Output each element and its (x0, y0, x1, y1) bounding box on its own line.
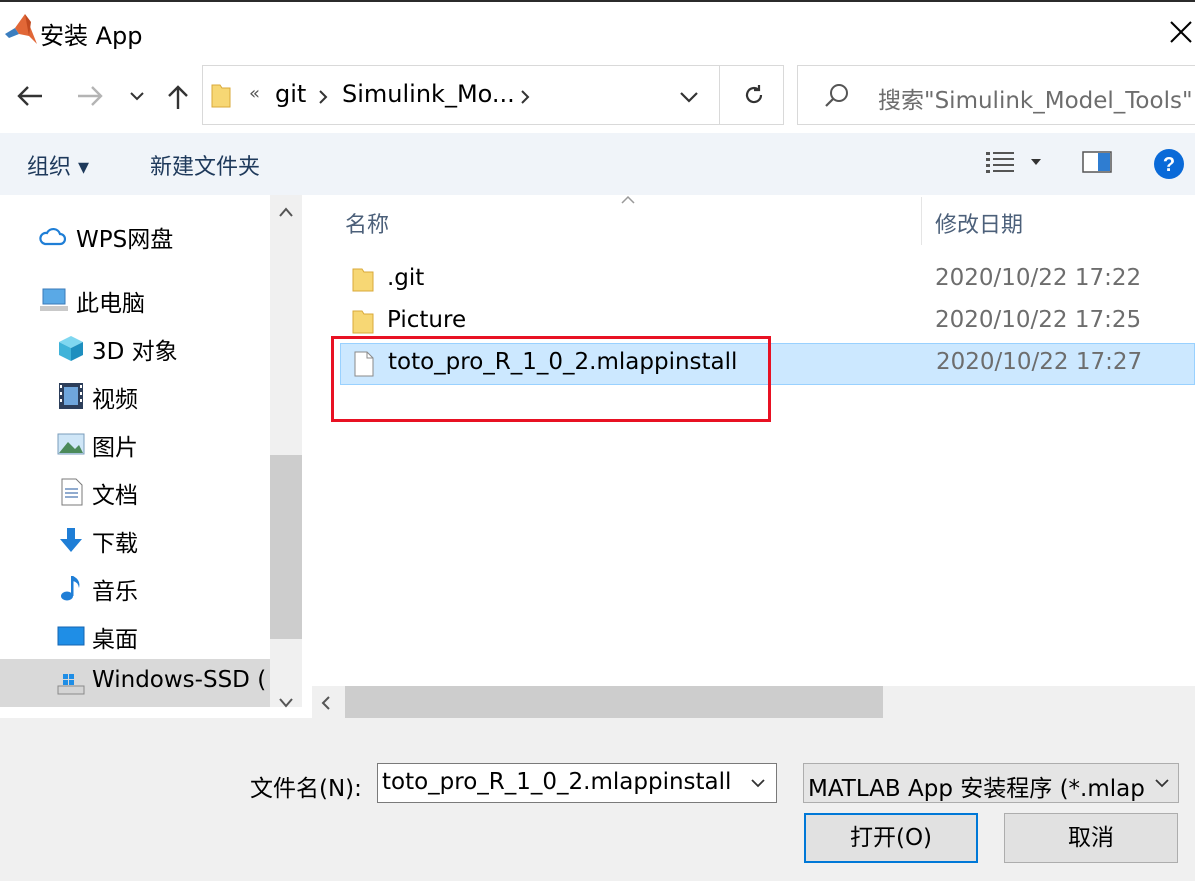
address-bar[interactable]: « git Simulink_Mo... (202, 65, 784, 125)
scroll-up-icon[interactable] (278, 206, 294, 218)
desktop-icon (57, 626, 85, 646)
chevron-down-icon[interactable] (750, 777, 766, 789)
sidebar-item-label: 音乐 (92, 579, 138, 605)
sidebar-item-label: Windows-SSD ( (92, 667, 267, 693)
highlight-annotation-box (331, 336, 771, 422)
open-button[interactable]: 打开(O) (804, 813, 978, 863)
back-arrow-icon[interactable] (16, 84, 44, 108)
sidebar-item-label: 文档 (92, 483, 138, 509)
filename-input[interactable]: toto_pro_R_1_0_2.mlappinstall (382, 769, 731, 795)
folder-icon (211, 84, 231, 108)
sidebar-item-label: 桌面 (92, 627, 138, 653)
organize-menu[interactable]: 组织 ▾ (27, 149, 89, 181)
path-overflow[interactable]: « (249, 83, 260, 104)
cloud-icon (39, 227, 66, 246)
column-divider[interactable] (921, 197, 922, 245)
address-divider (719, 66, 720, 124)
recent-locations-chevron-icon[interactable] (129, 90, 145, 102)
sidebar-item-documents[interactable]: 文档 (0, 468, 270, 516)
file-name: Picture (387, 307, 467, 333)
breadcrumb-git[interactable]: git (275, 80, 306, 108)
file-date: 2020/10/22 17:27 (936, 349, 1143, 375)
address-dropdown-icon[interactable] (679, 90, 699, 104)
breadcrumb-current-folder[interactable]: Simulink_Mo... (342, 80, 515, 108)
column-header-modified[interactable]: 修改日期 (935, 207, 1023, 239)
sidebar-item-this-pc[interactable]: 此电脑 (0, 276, 270, 324)
sidebar-item-downloads[interactable]: 下载 (0, 516, 270, 564)
close-icon[interactable] (1168, 14, 1194, 48)
sidebar-item-label: 此电脑 (76, 291, 145, 317)
cancel-button[interactable]: 取消 (1004, 813, 1178, 863)
sidebar-item-label: 3D 对象 (92, 339, 178, 365)
folder-icon (352, 268, 374, 292)
folder-icon (352, 310, 374, 334)
up-arrow-icon[interactable] (166, 83, 190, 111)
sort-indicator-icon (621, 195, 635, 204)
sidebar-item-label: WPS网盘 (76, 227, 174, 253)
sidebar-item-windows-ssd[interactable]: Windows-SSD ( (0, 659, 270, 707)
preview-pane-icon[interactable] (1082, 150, 1112, 174)
help-icon[interactable]: ? (1153, 148, 1185, 180)
breadcrumb-separator-icon[interactable] (317, 89, 329, 105)
title-bar (0, 0, 1195, 62)
drive-icon (57, 674, 85, 695)
sidebar-item-music[interactable]: 音乐 (0, 564, 270, 612)
window-title: 安装 App (40, 22, 143, 50)
sidebar-item-desktop[interactable]: 桌面 (0, 612, 270, 660)
music-icon (61, 576, 80, 601)
scroll-left-icon[interactable] (320, 695, 332, 711)
sidebar-item-label: 图片 (92, 435, 138, 461)
search-box[interactable]: 搜索"Simulink_Model_Tools" (797, 65, 1195, 125)
file-date: 2020/10/22 17:25 (935, 307, 1142, 333)
search-icon (825, 84, 848, 107)
sidebar-item-label: 下载 (92, 531, 138, 557)
chevron-down-icon[interactable] (1154, 777, 1170, 789)
view-options-icon[interactable] (985, 150, 1015, 174)
view-dropdown-icon[interactable] (1030, 158, 1042, 166)
filetype-value: MATLAB App 安装程序 (*.mlap (808, 776, 1144, 802)
sidebar-item-3d-objects[interactable]: 3D 对象 (0, 324, 270, 372)
matlab-logo-icon (5, 14, 37, 44)
horizontal-scrollbar-thumb[interactable] (345, 686, 883, 718)
forward-arrow-icon[interactable] (76, 84, 104, 108)
download-icon (60, 528, 82, 552)
picture-icon (57, 433, 85, 455)
column-header-name[interactable]: 名称 (345, 207, 389, 239)
navigation-scrollbar-thumb[interactable] (270, 455, 302, 639)
sidebar-item-pictures[interactable]: 图片 (0, 420, 270, 468)
document-icon (61, 478, 83, 506)
search-placeholder: 搜索"Simulink_Model_Tools" (878, 88, 1193, 114)
file-row-git[interactable]: .git 2020/10/22 17:22 (340, 260, 1195, 300)
computer-icon (40, 288, 68, 311)
video-icon (59, 383, 83, 409)
filetype-select[interactable]: MATLAB App 安装程序 (*.mlap (803, 763, 1179, 803)
file-name: .git (387, 265, 425, 291)
new-folder-button[interactable]: 新建文件夹 (150, 149, 260, 181)
cube-3d-icon (59, 336, 83, 361)
svg-text:?: ? (1163, 154, 1175, 176)
refresh-icon[interactable] (742, 83, 766, 107)
sidebar-item-wps-cloud[interactable]: WPS网盘 (0, 212, 270, 260)
filename-combobox[interactable]: toto_pro_R_1_0_2.mlappinstall (377, 763, 777, 803)
sidebar-item-videos[interactable]: 视频 (0, 372, 270, 420)
sidebar-item-label: 视频 (92, 387, 138, 413)
filename-label: 文件名(N): (250, 776, 362, 802)
file-date: 2020/10/22 17:22 (935, 265, 1142, 291)
scroll-down-icon[interactable] (278, 696, 294, 708)
breadcrumb-separator-icon[interactable] (519, 89, 531, 105)
